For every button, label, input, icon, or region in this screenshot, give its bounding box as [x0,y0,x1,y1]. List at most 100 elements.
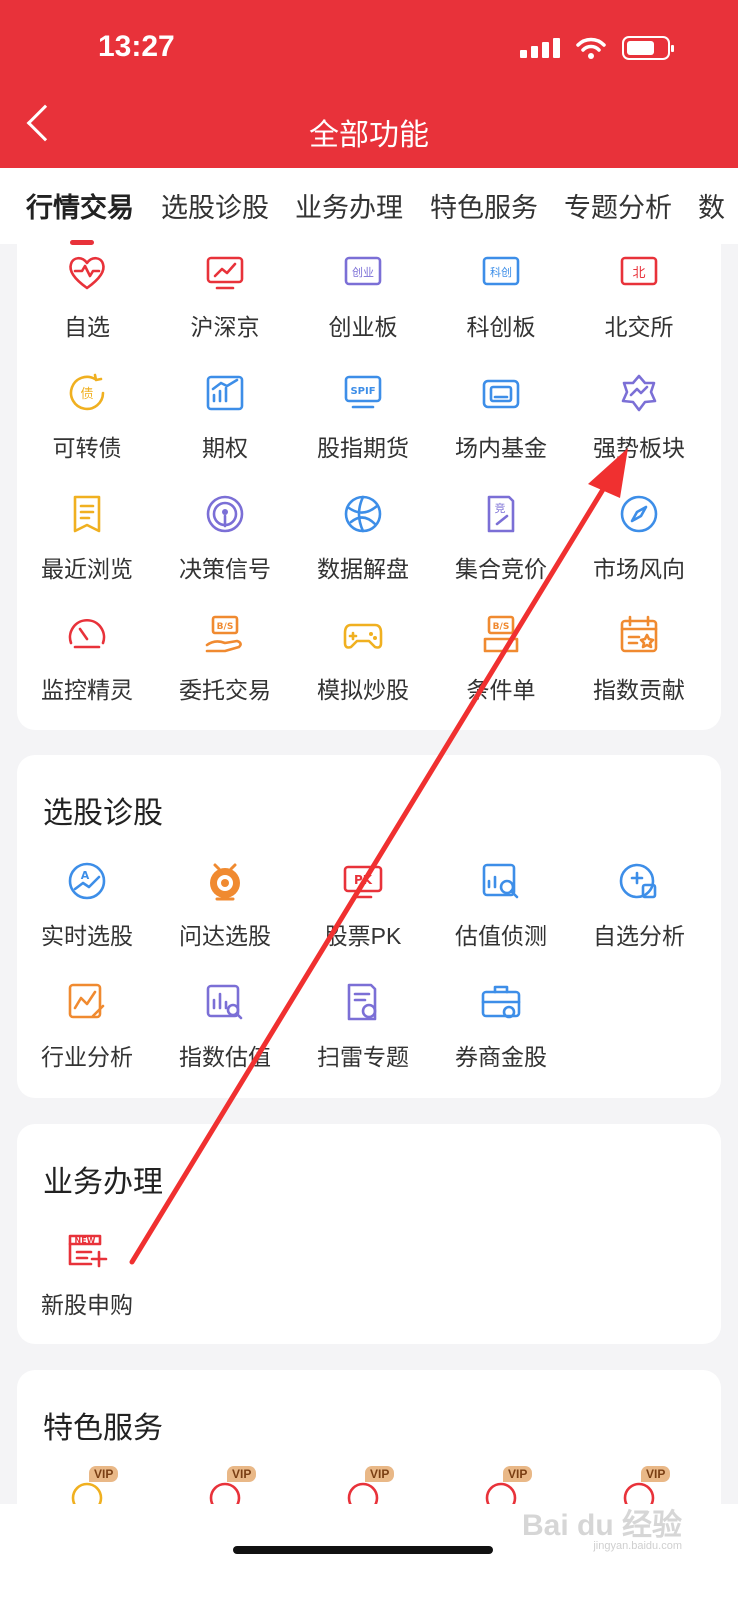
tab-topic-analysis[interactable]: 专题分析 [564,186,672,225]
signal-radar-icon [203,492,247,536]
tab-featured-services[interactable]: 特色服务 [430,186,538,225]
line-pen-icon [65,980,109,1024]
section-title: 特色服务 [43,1412,163,1445]
feature-label: 委托交易 [179,677,271,703]
feature-item[interactable]: 数据解盘 [293,492,433,584]
heart-chart-icon [65,250,109,294]
tab-data[interactable]: 数 [698,186,725,225]
feature-item[interactable]: 模拟炒股 [293,613,433,705]
feature-item[interactable]: 自选分析 [569,859,709,951]
feature-label: 股票PK [324,923,402,949]
feature-label: 市场风向 [593,556,685,582]
tab-business[interactable]: 业务办理 [295,186,403,225]
feature-item[interactable]: PK 股票PK [293,859,433,951]
feature-item[interactable]: 券商金股 [431,980,571,1072]
feature-label: 监控精灵 [41,677,133,703]
feature-item[interactable]: 强势板块 [569,371,709,463]
tab-stock-selection[interactable]: 选股诊股 [161,186,269,225]
calendar-star-icon [617,613,661,657]
feature-item[interactable]: SPIF 股指期货 [293,371,433,463]
chuangye-board-icon: 创业 [341,250,385,294]
feature-item[interactable]: 扫雷专题 [293,980,433,1072]
bar-search-icon [203,980,247,1024]
svg-text:竞: 竞 [495,501,506,515]
pk-monitor-icon: PK [341,859,385,903]
business-card: 业务办理 NEW 新股申购 [17,1124,721,1344]
feature-label: 条件单 [466,677,536,703]
feature-label: 股指期货 [317,435,409,461]
feature-label: 最近浏览 [41,556,133,582]
plus-chart-icon [617,859,661,903]
feature-item[interactable]: 竞集合竞价 [431,492,571,584]
feature-label: 自选分析 [593,923,685,949]
vip-badge: VIP [503,1466,533,1482]
feature-item[interactable]: 市场风向 [569,492,709,584]
feature-label: 场内基金 [455,435,547,461]
feature-label: 数据解盘 [317,556,409,582]
market-trading-card: 自选 沪深京 创业 创业板 科创 科创板北北交所债可转债 期权 SPIF 股指期货 场内基金 强势板… [17,240,721,730]
strong-sector-icon [617,371,661,415]
svg-text:B/S: B/S [493,622,510,632]
bs-hand-icon: B/S [203,613,247,657]
new-stock-icon: NEW [65,1228,109,1272]
svg-text:创业: 创业 [352,266,374,279]
feature-item[interactable]: 北北交所 [569,250,709,342]
vip-badge: VIP [89,1466,119,1482]
feature-item[interactable]: 问达选股 [155,859,295,951]
feature-item[interactable]: 自选 [17,250,157,342]
feature-label: 强势板块 [593,435,685,461]
beijing-exchange-icon: 北 [617,250,661,294]
ai-chart-icon: A [65,859,109,903]
feature-item[interactable]: 创业 创业板 [293,250,433,342]
feature-label: 集合竞价 [455,556,547,582]
feature-item[interactable]: 指数贡献 [569,613,709,705]
feature-label: 决策信号 [179,556,271,582]
cellular-signal-icon [520,38,560,58]
feature-item[interactable]: B/S 委托交易 [155,613,295,705]
feature-item[interactable]: 估值侦测 [431,859,571,951]
feature-label: 指数贡献 [593,677,685,703]
svg-text:A: A [81,869,90,882]
monitor-chart-icon [203,250,247,294]
feature-item[interactable]: 指数估值 [155,980,295,1072]
svg-text:PK: PK [354,873,373,887]
svg-text:NEW: NEW [75,1236,96,1245]
feature-item[interactable]: 债可转债 [17,371,157,463]
auction-icon: 竞 [479,492,523,536]
feature-label: 可转债 [52,435,122,461]
tab-market-trading[interactable]: 行情交易 [26,186,134,225]
feature-label: 模拟炒股 [317,677,409,703]
gamepad-icon [341,613,385,657]
status-icons [520,36,674,60]
feature-item[interactable]: 期权 [155,371,295,463]
document-icon [65,492,109,536]
feature-item[interactable]: B/S 条件单 [431,613,571,705]
vip-badge: VIP [227,1466,257,1482]
section-title: 选股诊股 [43,797,163,830]
globe-network-icon [341,492,385,536]
fund-icon [479,371,523,415]
feature-item[interactable]: 行业分析 [17,980,157,1072]
feature-label: 券商金股 [455,1044,547,1070]
feature-label: 北交所 [604,314,674,340]
feature-item[interactable]: 科创 科创板 [431,250,571,342]
feature-item[interactable]: 决策信号 [155,492,295,584]
feature-label: 估值侦测 [455,923,547,949]
svg-text:B/S: B/S [217,622,234,632]
spif-icon: SPIF [341,371,385,415]
stock-selection-card: 选股诊股 A 实时选股 问达选股 PK 股票PK 估值侦测 自选分析行业分析 指数估值 扫雷专题… [17,755,721,1098]
feature-item[interactable]: A 实时选股 [17,859,157,951]
feature-item[interactable]: 场内基金 [431,371,571,463]
feature-item[interactable]: 沪深京 [155,250,295,342]
svg-text:科创: 科创 [490,265,512,279]
page-title: 全部功能 [309,119,429,152]
mine-doc-icon [341,980,385,1024]
feature-label: 创业板 [328,314,398,340]
feature-item[interactable]: NEW 新股申购 [17,1228,157,1320]
watermark-logo: Bai du 经验 [521,1509,682,1542]
feature-item[interactable]: 最近浏览 [17,492,157,584]
robot-icon [203,859,247,903]
feature-label: 问达选股 [179,923,271,949]
feature-item[interactable]: 监控精灵 [17,613,157,705]
battery-icon [622,36,674,60]
